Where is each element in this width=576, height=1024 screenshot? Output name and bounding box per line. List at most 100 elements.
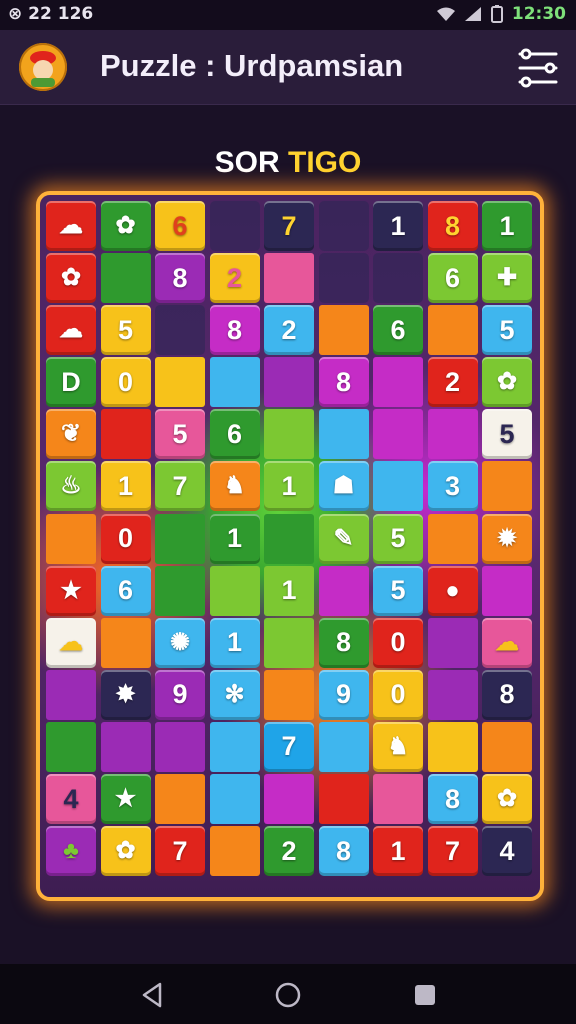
puzzle-piece[interactable] xyxy=(100,253,151,304)
tile-number[interactable]: 6 xyxy=(427,253,478,304)
tile-paw-icon[interactable]: ✎ xyxy=(318,513,369,564)
avatar[interactable] xyxy=(19,43,67,91)
recents-icon[interactable] xyxy=(410,980,440,1010)
tile-number[interactable]: 9 xyxy=(318,669,369,720)
tile-number[interactable]: 1 xyxy=(264,461,314,512)
tile-gear-icon[interactable]: ✻ xyxy=(209,669,260,720)
tile-star-icon[interactable]: ★ xyxy=(46,565,96,616)
puzzle-piece[interactable] xyxy=(427,721,478,772)
tile-number[interactable]: 2 xyxy=(427,357,478,408)
puzzle-piece[interactable] xyxy=(373,461,423,512)
settings-menu-button[interactable] xyxy=(516,46,560,90)
tile-number[interactable]: 8 xyxy=(318,617,369,668)
tile-splat-icon[interactable]: ✹ xyxy=(482,513,532,564)
tile-flower-icon[interactable]: ✿ xyxy=(100,826,151,877)
puzzle-piece[interactable] xyxy=(427,669,478,720)
tile-number[interactable]: 2 xyxy=(209,253,260,304)
tile-number[interactable]: 5 xyxy=(373,513,423,564)
puzzle-piece[interactable] xyxy=(427,617,478,668)
puzzle-piece[interactable] xyxy=(318,565,369,616)
tile-dog-icon[interactable]: ♞ xyxy=(373,721,423,772)
tile-number[interactable]: 0 xyxy=(100,357,151,408)
puzzle-piece[interactable] xyxy=(482,721,532,772)
tile-empty[interactable] xyxy=(373,253,423,304)
tile-number[interactable]: 8 xyxy=(427,201,478,251)
tile-number[interactable]: 5 xyxy=(482,409,532,460)
tile-cross-icon[interactable]: ✚ xyxy=(482,253,532,304)
puzzle-piece[interactable] xyxy=(264,253,314,304)
puzzle-piece[interactable] xyxy=(264,409,314,460)
puzzle-piece[interactable] xyxy=(482,565,532,616)
tile-empty[interactable] xyxy=(155,305,205,356)
tile-number[interactable]: 2 xyxy=(264,826,314,877)
tile-number[interactable]: 8 xyxy=(209,305,260,356)
puzzle-piece[interactable] xyxy=(155,774,205,825)
tile-number[interactable]: 2 xyxy=(264,305,314,356)
tile-number[interactable]: 7 xyxy=(427,826,478,877)
tile-number[interactable]: 8 xyxy=(482,669,532,720)
puzzle-piece[interactable] xyxy=(46,513,96,564)
tile-empty[interactable] xyxy=(318,201,369,251)
tile-number[interactable]: 0 xyxy=(373,617,423,668)
puzzle-piece[interactable] xyxy=(209,774,260,825)
tile-number[interactable]: 6 xyxy=(155,201,205,251)
tile-slime-icon[interactable]: ☗ xyxy=(318,461,369,512)
tile-leaf-icon[interactable]: ❦ xyxy=(46,409,96,460)
puzzle-piece[interactable] xyxy=(264,774,314,825)
puzzle-piece[interactable] xyxy=(46,721,96,772)
tile-number[interactable]: 6 xyxy=(209,409,260,460)
tile-flower-icon[interactable]: ✿ xyxy=(46,253,96,304)
puzzle-piece[interactable] xyxy=(209,721,260,772)
tile-number[interactable]: 1 xyxy=(373,826,423,877)
tile-number[interactable]: 7 xyxy=(264,721,314,772)
puzzle-piece[interactable] xyxy=(209,826,260,877)
puzzle-piece[interactable] xyxy=(155,721,205,772)
tile-burst-icon[interactable]: ✸ xyxy=(100,669,151,720)
back-icon[interactable] xyxy=(138,980,168,1010)
puzzle-piece[interactable] xyxy=(264,357,314,408)
tile-number[interactable]: 7 xyxy=(155,461,205,512)
tile-blob-icon[interactable]: ● xyxy=(427,565,478,616)
puzzle-piece[interactable] xyxy=(373,409,423,460)
tile-number[interactable]: 1 xyxy=(209,617,260,668)
home-icon[interactable] xyxy=(273,980,303,1010)
puzzle-piece[interactable] xyxy=(427,305,478,356)
puzzle-piece[interactable] xyxy=(46,669,96,720)
tile-number[interactable]: 0 xyxy=(100,513,151,564)
tile-number[interactable]: 1 xyxy=(373,201,423,251)
tile-number[interactable]: 6 xyxy=(100,565,151,616)
tile-number[interactable]: 4 xyxy=(482,826,532,877)
tile-number[interactable]: 8 xyxy=(318,357,369,408)
tile-number[interactable]: 9 xyxy=(155,669,205,720)
tile-number[interactable]: 1 xyxy=(100,461,151,512)
tile-number[interactable]: 4 xyxy=(46,774,96,825)
puzzle-piece[interactable] xyxy=(373,774,423,825)
puzzle-piece[interactable] xyxy=(155,513,205,564)
puzzle-piece[interactable] xyxy=(427,409,478,460)
tile-flower-icon[interactable]: ✿ xyxy=(100,201,151,251)
tile-number[interactable]: 1 xyxy=(264,565,314,616)
tile-number[interactable]: 5 xyxy=(100,305,151,356)
puzzle-piece[interactable] xyxy=(155,357,205,408)
puzzle-piece[interactable] xyxy=(318,409,369,460)
puzzle-piece[interactable] xyxy=(100,617,151,668)
puzzle-piece[interactable] xyxy=(482,461,532,512)
tile-number[interactable]: 8 xyxy=(318,826,369,877)
tile-clover-icon[interactable]: ♣ xyxy=(46,826,96,877)
puzzle-piece[interactable] xyxy=(264,617,314,668)
puzzle-piece[interactable] xyxy=(100,409,151,460)
tile-number[interactable]: 1 xyxy=(209,513,260,564)
tile-number[interactable]: 6 xyxy=(373,305,423,356)
puzzle-piece[interactable] xyxy=(318,305,369,356)
tile-number[interactable]: 5 xyxy=(373,565,423,616)
tile-number[interactable]: 7 xyxy=(264,201,314,251)
tile-empty[interactable] xyxy=(318,253,369,304)
tile-cloud-icon[interactable]: ☁ xyxy=(46,201,96,251)
tile-empty[interactable] xyxy=(209,201,260,251)
tile-number[interactable]: 0 xyxy=(373,669,423,720)
tile-number[interactable]: 5 xyxy=(155,409,205,460)
tile-number[interactable]: 5 xyxy=(482,305,532,356)
tile-cloud-icon[interactable]: ☁ xyxy=(46,305,96,356)
tile-number[interactable]: 7 xyxy=(155,826,205,877)
puzzle-piece[interactable] xyxy=(209,357,260,408)
